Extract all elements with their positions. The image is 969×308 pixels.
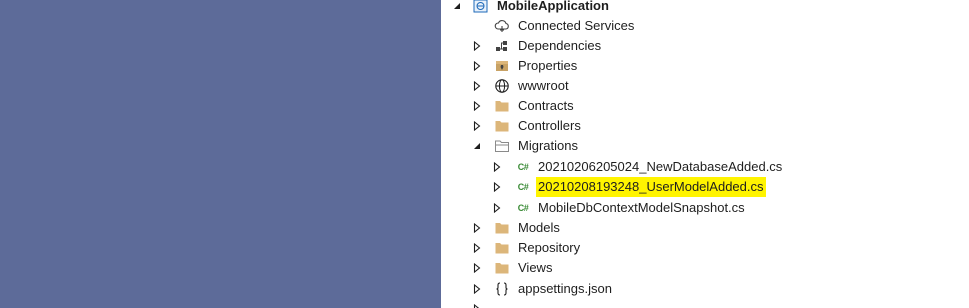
- expanded-arrow-icon[interactable]: [451, 0, 463, 12]
- tree-item-label: 20210208193248_UserModelAdded.cs: [536, 177, 766, 197]
- tree-item-label: Migrations: [518, 138, 578, 153]
- collapsed-arrow-icon[interactable]: [471, 120, 483, 132]
- csharp-file-icon: C#: [517, 182, 529, 192]
- folder-icon: [494, 260, 510, 276]
- expanded-arrow-icon[interactable]: [471, 140, 483, 152]
- folder-icon: [494, 98, 510, 114]
- collapsed-arrow-icon[interactable]: [491, 161, 503, 173]
- tree-item-label: Properties: [518, 58, 578, 73]
- tree-item-migration-file-highlighted[interactable]: C# 20210208193248_UserModelAdded.cs: [441, 177, 969, 197]
- folder-icon: [494, 220, 510, 236]
- json-file-icon: [494, 281, 510, 297]
- tree-item-models[interactable]: Models: [441, 218, 969, 238]
- tree-item-controllers[interactable]: Controllers: [441, 116, 969, 136]
- csharp-file-icon: C#: [517, 162, 529, 172]
- collapsed-arrow-icon[interactable]: [471, 242, 483, 254]
- dependencies-icon: [494, 38, 510, 54]
- folder-icon: [494, 240, 510, 256]
- collapsed-arrow-icon[interactable]: [471, 222, 483, 234]
- properties-icon: [494, 58, 510, 74]
- tree-item-wwwroot[interactable]: wwwroot: [441, 76, 969, 96]
- tree-item-label: Dependencies: [518, 38, 602, 53]
- collapsed-arrow-icon[interactable]: [471, 100, 483, 112]
- tree-item-label: MobileDbContextModelSnapshot.cs: [538, 200, 745, 215]
- collapsed-arrow-icon[interactable]: [471, 40, 483, 52]
- tree-item-label: wwwroot: [518, 78, 569, 93]
- collapsed-arrow-icon[interactable]: [471, 262, 483, 274]
- tree-item-properties[interactable]: Properties: [441, 56, 969, 76]
- collapsed-arrow-icon[interactable]: [471, 303, 483, 308]
- tree-item-views[interactable]: Views: [441, 258, 969, 278]
- tree-item-label: Connected Services: [518, 18, 635, 33]
- collapsed-arrow-icon[interactable]: [471, 80, 483, 92]
- tree-item-label: appsettings.json: [518, 281, 612, 296]
- collapsed-arrow-icon[interactable]: [471, 60, 483, 72]
- collapsed-arrow-icon[interactable]: [491, 181, 503, 193]
- solution-explorer-tree[interactable]: MobileApplication Connected Services Dep…: [441, 0, 969, 308]
- tree-item-snapshot-file[interactable]: C# MobileDbContextModelSnapshot.cs: [441, 198, 969, 218]
- tree-item-project[interactable]: MobileApplication: [441, 0, 969, 16]
- collapsed-arrow-icon[interactable]: [471, 283, 483, 295]
- folder-icon: [494, 118, 510, 134]
- collapsed-arrow-icon[interactable]: [491, 202, 503, 214]
- tree-item-label: Contracts: [518, 98, 574, 113]
- tree-item-label: Controllers: [518, 118, 581, 133]
- tree-item-migration-file[interactable]: C# 20210206205024_NewDatabaseAdded.cs: [441, 157, 969, 177]
- left-pane: [0, 0, 441, 308]
- tree-item-connected-services[interactable]: Connected Services: [441, 16, 969, 36]
- tree-item-repository[interactable]: Repository: [441, 238, 969, 258]
- tree-item-dependencies[interactable]: Dependencies: [441, 36, 969, 56]
- tree-item-appsettings[interactable]: appsettings.json: [441, 279, 969, 299]
- web-project-icon: [473, 0, 489, 14]
- project-label: MobileApplication: [497, 0, 609, 13]
- tree-item-partial[interactable]: [441, 299, 969, 308]
- globe-icon: [494, 78, 510, 94]
- tree-item-label: Models: [518, 220, 560, 235]
- tree-item-label: 20210206205024_NewDatabaseAdded.cs: [538, 159, 783, 174]
- csharp-file-icon: C#: [517, 203, 529, 213]
- tree-item-label: Repository: [518, 240, 581, 255]
- folder-open-icon: [494, 138, 510, 154]
- connected-services-icon: [494, 18, 510, 34]
- tree-item-label: Views: [518, 260, 553, 275]
- tree-item-migrations[interactable]: Migrations: [441, 136, 969, 156]
- tree-item-contracts[interactable]: Contracts: [441, 96, 969, 116]
